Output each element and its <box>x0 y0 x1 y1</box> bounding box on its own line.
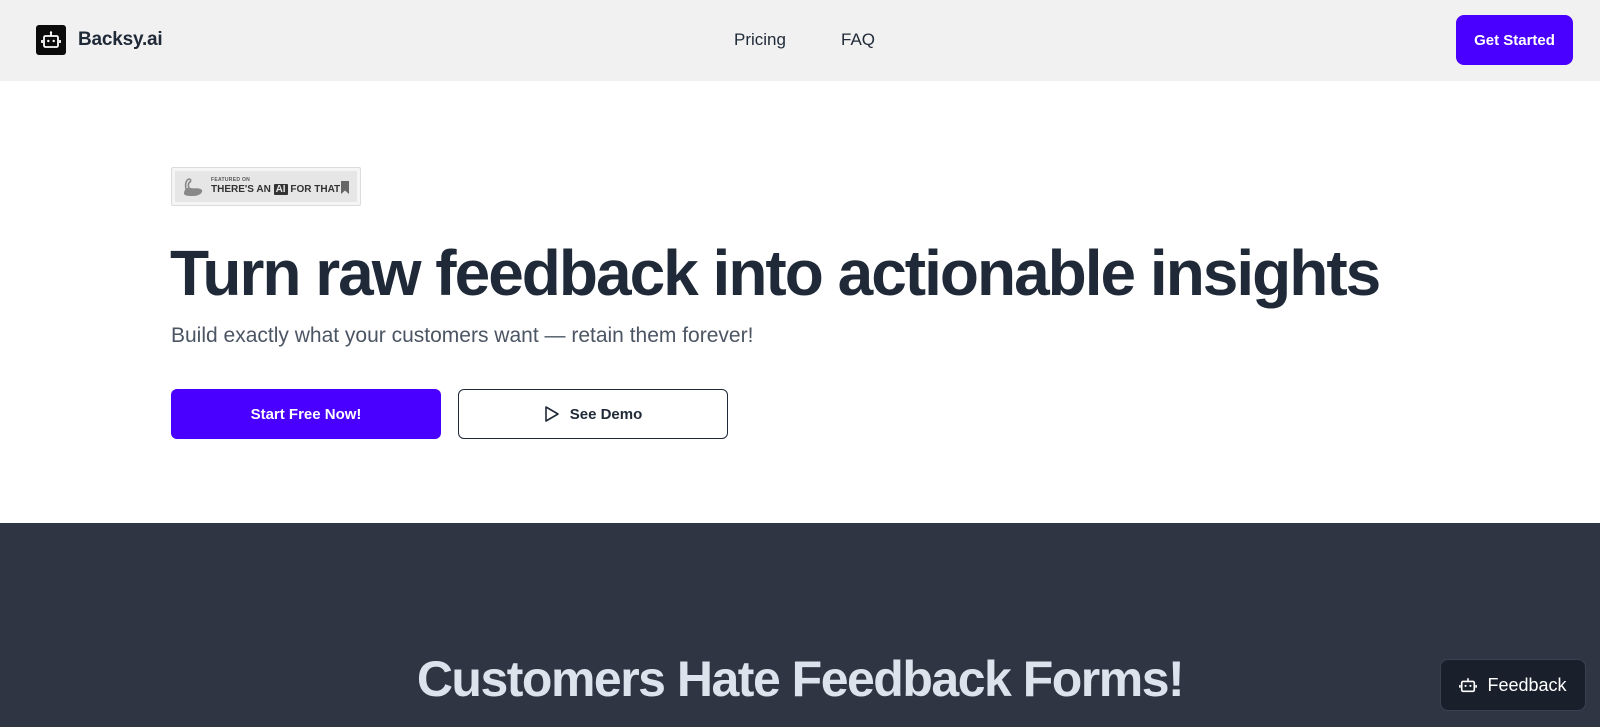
site-header: Backsy.ai Pricing FAQ Get Started <box>0 0 1600 81</box>
section-title: Customers Hate Feedback Forms! <box>416 651 1185 707</box>
hero-title: Turn raw feedback into actionable insigh… <box>170 237 1381 309</box>
arm-icon <box>184 177 203 196</box>
badge-text-before: THERE'S AN <box>211 184 271 195</box>
nav-link-pricing[interactable]: Pricing <box>734 30 786 50</box>
problem-section: Customers Hate Feedback Forms! <box>0 523 1600 727</box>
feedback-label: Feedback <box>1487 674 1567 695</box>
hero-subtitle: Build exactly what your customers want —… <box>171 324 754 347</box>
see-demo-label: See Demo <box>569 405 643 423</box>
brand-name: Backsy.ai <box>78 29 163 50</box>
featured-badge[interactable]: FEATURED ON THERE'S AN AI FOR THAT <box>171 167 361 206</box>
robot-icon <box>1459 678 1478 693</box>
badge-featured-label: FEATURED ON <box>211 177 251 183</box>
get-started-button[interactable]: Get Started <box>1456 15 1573 65</box>
nav-link-faq[interactable]: FAQ <box>841 30 875 50</box>
featured-badge-inner: FEATURED ON THERE'S AN AI FOR THAT <box>175 171 357 202</box>
play-icon <box>544 406 559 422</box>
robot-icon <box>36 25 66 55</box>
feedback-widget-button[interactable]: Feedback <box>1440 659 1586 711</box>
start-free-button[interactable]: Start Free Now! <box>171 389 441 439</box>
brand-logo[interactable]: Backsy.ai <box>36 25 163 55</box>
see-demo-button[interactable]: See Demo <box>458 389 728 439</box>
badge-text-ai: AI <box>273 184 288 195</box>
badge-title: THERE'S AN AI FOR THAT <box>211 184 341 195</box>
bookmark-icon <box>341 181 349 194</box>
badge-text-after: FOR THAT <box>290 184 341 195</box>
